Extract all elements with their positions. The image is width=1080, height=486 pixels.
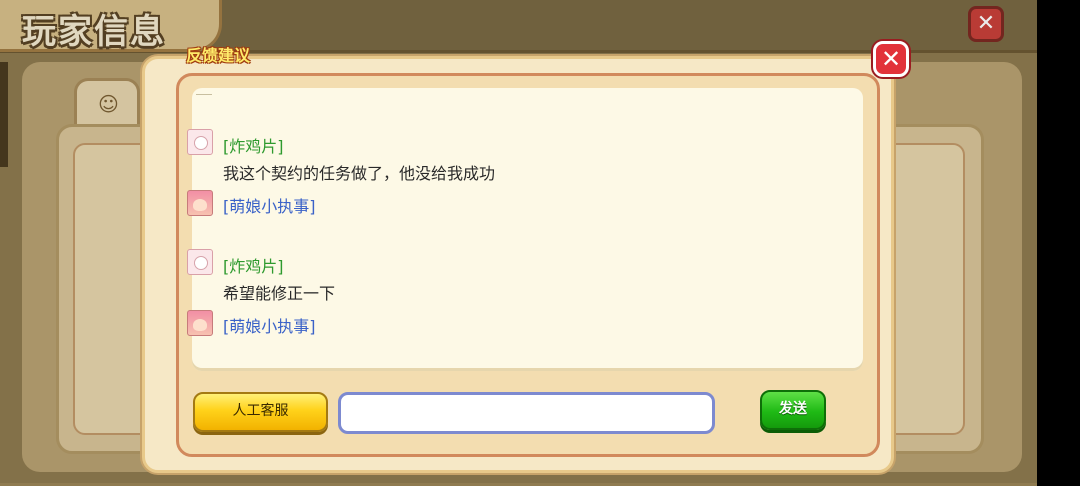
- bot-avatar: [187, 190, 213, 216]
- send-button[interactable]: 发送: [760, 390, 826, 430]
- close-icon: ✕: [880, 45, 902, 73]
- sender-name: [萌娘小执事]: [223, 197, 316, 216]
- dialog-title: 反馈建议: [186, 46, 251, 65]
- dialog-close-button[interactable]: ✕: [873, 41, 909, 77]
- user-avatar: [187, 249, 213, 275]
- message-input[interactable]: [338, 392, 715, 434]
- human-support-button[interactable]: 人工客服: [193, 392, 328, 432]
- sender-name: [萌娘小执事]: [223, 317, 316, 336]
- message-text: 希望能修正一下: [223, 284, 336, 303]
- screen-edge: [1037, 0, 1080, 483]
- divider: [196, 94, 212, 95]
- sender-name: [炸鸡片]: [223, 257, 284, 276]
- message-text: 我这个契约的任务做了，他没给我成功: [223, 164, 496, 183]
- user-avatar: [187, 129, 213, 155]
- sender-name: [炸鸡片]: [223, 137, 284, 156]
- bot-avatar: [187, 310, 213, 336]
